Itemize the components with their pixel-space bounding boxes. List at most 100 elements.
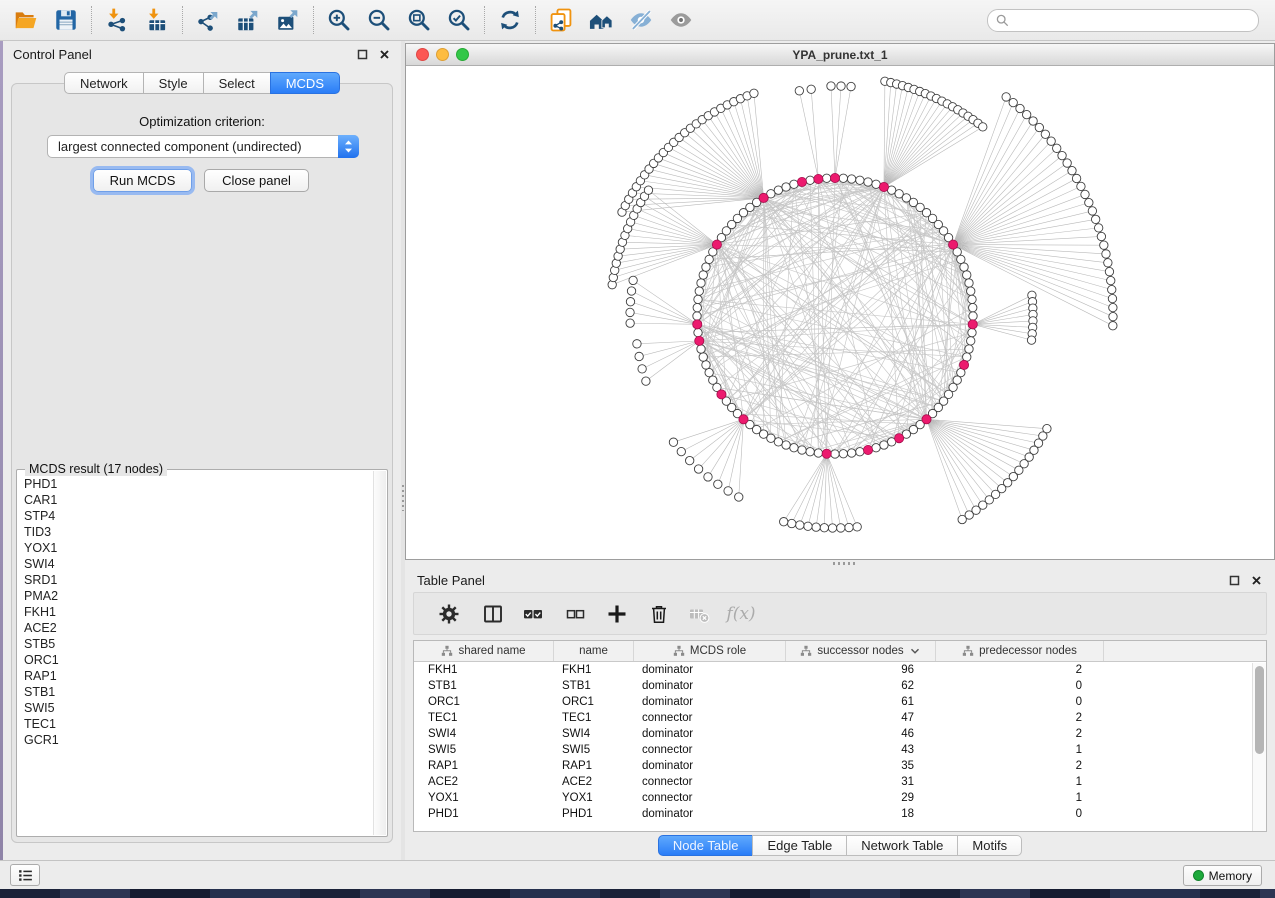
tab-motifs[interactable]: Motifs: [957, 835, 1022, 856]
graph-node[interactable]: [695, 287, 703, 295]
graph-node[interactable]: [1107, 276, 1115, 284]
deselect-all-button[interactable]: [562, 601, 588, 627]
graph-node[interactable]: [831, 450, 839, 458]
cell-predecessor-nodes[interactable]: 2: [936, 728, 1104, 740]
graph-node[interactable]: [880, 441, 888, 449]
graph-node[interactable]: [1085, 198, 1093, 206]
graph-node[interactable]: [774, 186, 782, 194]
graph-node[interactable]: [1077, 182, 1085, 190]
table-row-STB1[interactable]: STB1STB1dominator620: [414, 678, 1266, 694]
graph-node[interactable]: [1016, 104, 1024, 112]
cell-successor-nodes[interactable]: 62: [786, 680, 936, 692]
cell-name[interactable]: ACE2: [554, 776, 634, 788]
cell-name[interactable]: TEC1: [554, 712, 634, 724]
cell-successor-nodes[interactable]: 43: [786, 744, 936, 756]
cell-shared-name[interactable]: FKH1: [414, 664, 554, 676]
graph-node[interactable]: [969, 312, 977, 320]
mcds-result-item[interactable]: STP4: [24, 508, 373, 524]
mcds-result-item[interactable]: PMA2: [24, 588, 373, 604]
cell-MCDS-role[interactable]: dominator: [634, 728, 786, 740]
hide-selected-button[interactable]: [621, 3, 661, 37]
graph-dominator-node[interactable]: [797, 177, 806, 186]
duplicate-network-button[interactable]: [541, 3, 581, 37]
mcds-result-scrollbar[interactable]: [373, 471, 386, 835]
graph-node[interactable]: [694, 295, 702, 303]
graph-node[interactable]: [694, 465, 702, 473]
graph-node[interactable]: [798, 446, 806, 454]
mcds-result-item[interactable]: TEC1: [24, 716, 373, 732]
graph-node[interactable]: [847, 449, 855, 457]
cell-shared-name[interactable]: SWI5: [414, 744, 554, 756]
graph-node[interactable]: [750, 89, 758, 97]
graph-node[interactable]: [677, 447, 685, 455]
graph-node[interactable]: [1027, 336, 1035, 344]
cell-shared-name[interactable]: PHD1: [414, 808, 554, 820]
cell-shared-name[interactable]: SWI4: [414, 728, 554, 740]
graph-node[interactable]: [1047, 137, 1055, 145]
delete-column-button[interactable]: [646, 601, 672, 627]
graph-dominator-node[interactable]: [879, 182, 888, 191]
add-column-button[interactable]: [604, 601, 630, 627]
graph-dominator-node[interactable]: [948, 240, 957, 249]
export-network-button[interactable]: [188, 3, 228, 37]
graph-node[interactable]: [626, 297, 634, 305]
graph-node[interactable]: [958, 515, 966, 523]
graph-node[interactable]: [1058, 151, 1066, 159]
horizontal-splitter[interactable]: [405, 560, 1275, 567]
column-header-shared-name[interactable]: shared name: [414, 641, 554, 661]
tab-mcds[interactable]: MCDS: [270, 72, 340, 94]
mcds-result-item[interactable]: PHD1: [24, 476, 373, 492]
graph-node[interactable]: [804, 522, 812, 530]
graph-node[interactable]: [856, 176, 864, 184]
graph-node[interactable]: [627, 287, 635, 295]
graph-node[interactable]: [1108, 294, 1116, 302]
graph-node[interactable]: [796, 521, 804, 529]
graph-node[interactable]: [967, 337, 975, 345]
window-close-button[interactable]: [416, 48, 429, 61]
graph-node[interactable]: [642, 377, 650, 385]
graph-node[interactable]: [782, 183, 790, 191]
table-row-SWI4[interactable]: SWI4SWI4dominator462: [414, 726, 1266, 742]
graph-node[interactable]: [1053, 144, 1061, 152]
graph-dominator-node[interactable]: [695, 336, 704, 345]
graph-node[interactable]: [705, 368, 713, 376]
memory-button[interactable]: Memory: [1183, 865, 1262, 886]
graph-node[interactable]: [967, 287, 975, 295]
open-file-button[interactable]: [6, 3, 46, 37]
tab-node-table[interactable]: Node Table: [658, 835, 754, 856]
graph-node[interactable]: [963, 271, 971, 279]
cell-successor-nodes[interactable]: 31: [786, 776, 936, 788]
graph-node[interactable]: [782, 441, 790, 449]
graph-node[interactable]: [969, 303, 977, 311]
splitter-grip[interactable]: [833, 562, 855, 565]
graph-node[interactable]: [957, 255, 965, 263]
cell-MCDS-role[interactable]: dominator: [634, 808, 786, 820]
cell-predecessor-nodes[interactable]: 0: [936, 696, 1104, 708]
mcds-result-item[interactable]: SWI5: [24, 700, 373, 716]
graph-node[interactable]: [685, 456, 693, 464]
mcds-result-item[interactable]: GCR1: [24, 732, 373, 748]
mcds-result-item[interactable]: TID3: [24, 524, 373, 540]
graph-node[interactable]: [837, 82, 845, 90]
graph-dominator-node[interactable]: [814, 174, 823, 183]
select-all-button[interactable]: [520, 601, 546, 627]
splitter-grip[interactable]: [402, 485, 404, 511]
graph-node[interactable]: [812, 523, 820, 531]
graph-node[interactable]: [702, 361, 710, 369]
graph-node[interactable]: [806, 176, 814, 184]
cell-name[interactable]: RAP1: [554, 760, 634, 772]
graph-node[interactable]: [780, 518, 788, 526]
graph-node[interactable]: [790, 444, 798, 452]
graph-node[interactable]: [968, 328, 976, 336]
graph-node[interactable]: [837, 524, 845, 532]
graph-node[interactable]: [635, 352, 643, 360]
cell-successor-nodes[interactable]: 61: [786, 696, 936, 708]
table-row-FKH1[interactable]: FKH1FKH1dominator962: [414, 662, 1266, 678]
graph-dominator-node[interactable]: [712, 240, 721, 249]
graph-node[interactable]: [1100, 241, 1108, 249]
mcds-result-item[interactable]: STB1: [24, 684, 373, 700]
graph-node[interactable]: [853, 523, 861, 531]
mcds-result-item[interactable]: STB5: [24, 636, 373, 652]
graph-node[interactable]: [633, 340, 641, 348]
graph-node[interactable]: [702, 263, 710, 271]
